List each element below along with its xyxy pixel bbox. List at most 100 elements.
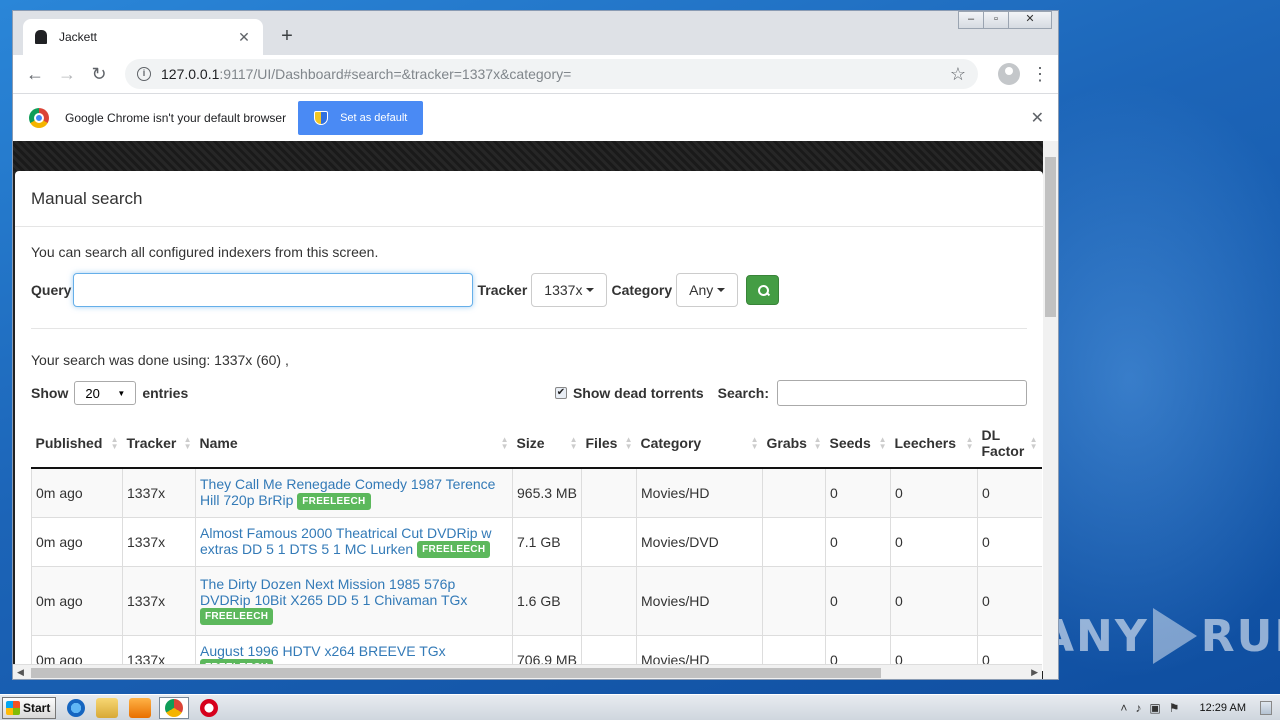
table-row: 0m ago 1337x They Call Me Renegade Comed… <box>31 468 1042 518</box>
freeleech-badge: FREELEECH <box>297 492 371 510</box>
col-dl-factor[interactable]: DL Factor ▲ ▼ <box>977 418 1042 469</box>
jackett-favicon-icon <box>33 29 49 45</box>
modal-body: You can search all configured indexers f… <box>15 244 1043 671</box>
volume-icon[interactable]: ♪ <box>1135 701 1141 715</box>
new-tab-button[interactable]: + <box>273 23 301 51</box>
entries-per-page-select[interactable]: 20 ▼ <box>74 381 137 405</box>
category-label: Category <box>611 282 673 298</box>
scroll-left-icon[interactable]: ◀ <box>17 667 24 678</box>
table-filter-input[interactable] <box>777 380 1027 406</box>
chrome-menu-icon[interactable]: ⋮ <box>1030 64 1050 85</box>
network-icon[interactable]: ▣ <box>1149 701 1160 715</box>
windows-logo-icon <box>6 700 20 715</box>
tray-expand-icon[interactable]: ˄ <box>1120 701 1127 715</box>
result-link[interactable]: August 1996 HDTV x264 BREEVE TGx <box>200 643 446 659</box>
tracker-dropdown[interactable]: 1337x <box>531 273 608 307</box>
show-desktop-button[interactable] <box>1260 700 1272 715</box>
search-form: Query Tracker 1337x Category Any <box>31 273 1027 307</box>
cell-tracker: 1337x <box>122 468 196 518</box>
default-browser-infobar: Google Chrome isn't your default browser… <box>13 93 1058 141</box>
cell-size: 7.1 GB <box>512 517 582 567</box>
table-controls: Show 20 ▼ entries ✔ Show dead torrents S… <box>31 380 1027 406</box>
col-category[interactable]: Category ▲ ▼ <box>636 418 763 469</box>
col-files[interactable]: Files ▲ ▼ <box>581 418 637 469</box>
entries-value: 20 <box>85 385 100 401</box>
url-host: 127.0.0.1 <box>161 66 220 82</box>
search-button[interactable] <box>746 275 780 305</box>
cell-name: They Call Me Renegade Comedy 1987 Terenc… <box>195 468 513 518</box>
reload-icon[interactable]: ↻ <box>85 60 113 88</box>
media-player-icon[interactable] <box>129 697 151 718</box>
caret-down-icon <box>717 288 726 292</box>
col-published[interactable]: Published ▲ ▼ <box>31 418 123 469</box>
opera-icon[interactable] <box>200 698 218 717</box>
window-controls: – ▫ ✕ <box>958 11 1052 29</box>
cell-seeds: 0 <box>825 468 891 518</box>
cell-tracker: 1337x <box>122 517 196 567</box>
query-input[interactable] <box>73 273 474 307</box>
site-info-icon[interactable]: i <box>137 67 151 81</box>
taskbar-chrome-button[interactable] <box>159 696 189 719</box>
show-label: Show <box>31 385 69 401</box>
anyrun-watermark: ANY RUN <box>1040 608 1280 664</box>
result-link[interactable]: The Dirty Dozen Next Mission 1985 576p D… <box>200 576 467 608</box>
cell-published: 0m ago <box>31 468 123 518</box>
cell-category: Movies/HD <box>636 468 763 518</box>
system-tray: ˄ ♪ ▣ ⚑ 12:29 AM <box>1116 695 1280 720</box>
col-grabs[interactable]: Grabs ▲ ▼ <box>762 418 826 469</box>
show-dead-torrents-toggle[interactable]: ✔ Show dead torrents <box>554 385 704 401</box>
tab-jackett[interactable]: Jackett ✕ <box>23 19 263 55</box>
col-seeds[interactable]: Seeds ▲ ▼ <box>825 418 891 469</box>
cell-seeds: 0 <box>825 566 891 636</box>
clock[interactable]: 12:29 AM <box>1200 702 1246 714</box>
cell-leechers: 0 <box>890 468 978 518</box>
tab-close-icon[interactable]: ✕ <box>235 29 253 46</box>
forward-icon[interactable]: → <box>53 60 81 88</box>
address-bar[interactable]: i 127.0.0.1 :9117/UI/Dashboard#search=&t… <box>125 59 978 89</box>
horizontal-scrollbar[interactable]: ◀ ▶ <box>13 664 1042 679</box>
col-tracker[interactable]: Tracker ▲ ▼ <box>122 418 196 469</box>
infobar-close-icon[interactable]: ✕ <box>1031 108 1044 128</box>
cell-dl-factor: 0 <box>977 566 1042 636</box>
restore-button[interactable]: ▫ <box>983 11 1009 29</box>
col-name[interactable]: Name ▲ ▼ <box>195 418 513 469</box>
start-label: Start <box>23 700 51 715</box>
cell-name: The Dirty Dozen Next Mission 1985 576p D… <box>195 566 513 636</box>
back-icon[interactable]: ← <box>21 60 49 88</box>
sort-icon: ▲ ▼ <box>624 435 633 451</box>
start-button[interactable]: Start <box>2 696 56 719</box>
results-table: Published ▲ ▼ Tracker ▲ ▼ Name ▲ ▼ Size ▲ ▼ File… <box>31 418 1042 671</box>
file-explorer-icon[interactable] <box>96 697 118 718</box>
close-window-button[interactable]: ✕ <box>1008 11 1052 29</box>
horizontal-scroll-thumb[interactable] <box>31 668 881 678</box>
infobar-message: Google Chrome isn't your default browser <box>65 110 287 125</box>
cell-size: 1.6 GB <box>512 566 582 636</box>
table-row: 0m ago 1337x The Dirty Dozen Next Missio… <box>31 566 1042 636</box>
uac-shield-icon <box>314 110 329 125</box>
profile-avatar-icon[interactable] <box>998 63 1020 85</box>
minimize-button[interactable]: – <box>958 11 984 29</box>
vertical-scroll-thumb[interactable] <box>1045 157 1056 317</box>
scroll-right-icon[interactable]: ▶ <box>1031 667 1038 678</box>
play-icon <box>1152 608 1197 664</box>
bookmark-star-icon[interactable]: ☆ <box>950 64 966 85</box>
cell-files <box>581 566 637 636</box>
sort-icon: ▲ ▼ <box>878 435 887 451</box>
vertical-scrollbar[interactable] <box>1043 141 1058 679</box>
category-dropdown[interactable]: Any <box>676 273 739 307</box>
cell-seeds: 0 <box>825 517 891 567</box>
windows-taskbar: Start ˄ ♪ ▣ ⚑ 12:29 AM <box>0 694 1280 720</box>
col-leechers[interactable]: Leechers ▲ ▼ <box>890 418 978 469</box>
url-path: :9117/UI/Dashboard#search=&tracker=1337x… <box>219 66 572 82</box>
action-center-flag-icon[interactable]: ⚑ <box>1169 701 1180 715</box>
search-done-text: Your search was done using: 1337x (60) , <box>31 352 289 368</box>
dead-torrents-checkbox[interactable]: ✔ <box>554 387 567 399</box>
watermark-right: RUN <box>1200 610 1280 662</box>
internet-explorer-icon[interactable] <box>67 698 85 717</box>
cell-grabs <box>762 517 826 567</box>
col-size[interactable]: Size ▲ ▼ <box>512 418 582 469</box>
cell-grabs <box>762 468 826 518</box>
cell-category: Movies/HD <box>636 566 763 636</box>
sort-icon: ▲ ▼ <box>569 435 578 451</box>
set-as-default-button[interactable]: Set as default <box>298 100 424 135</box>
